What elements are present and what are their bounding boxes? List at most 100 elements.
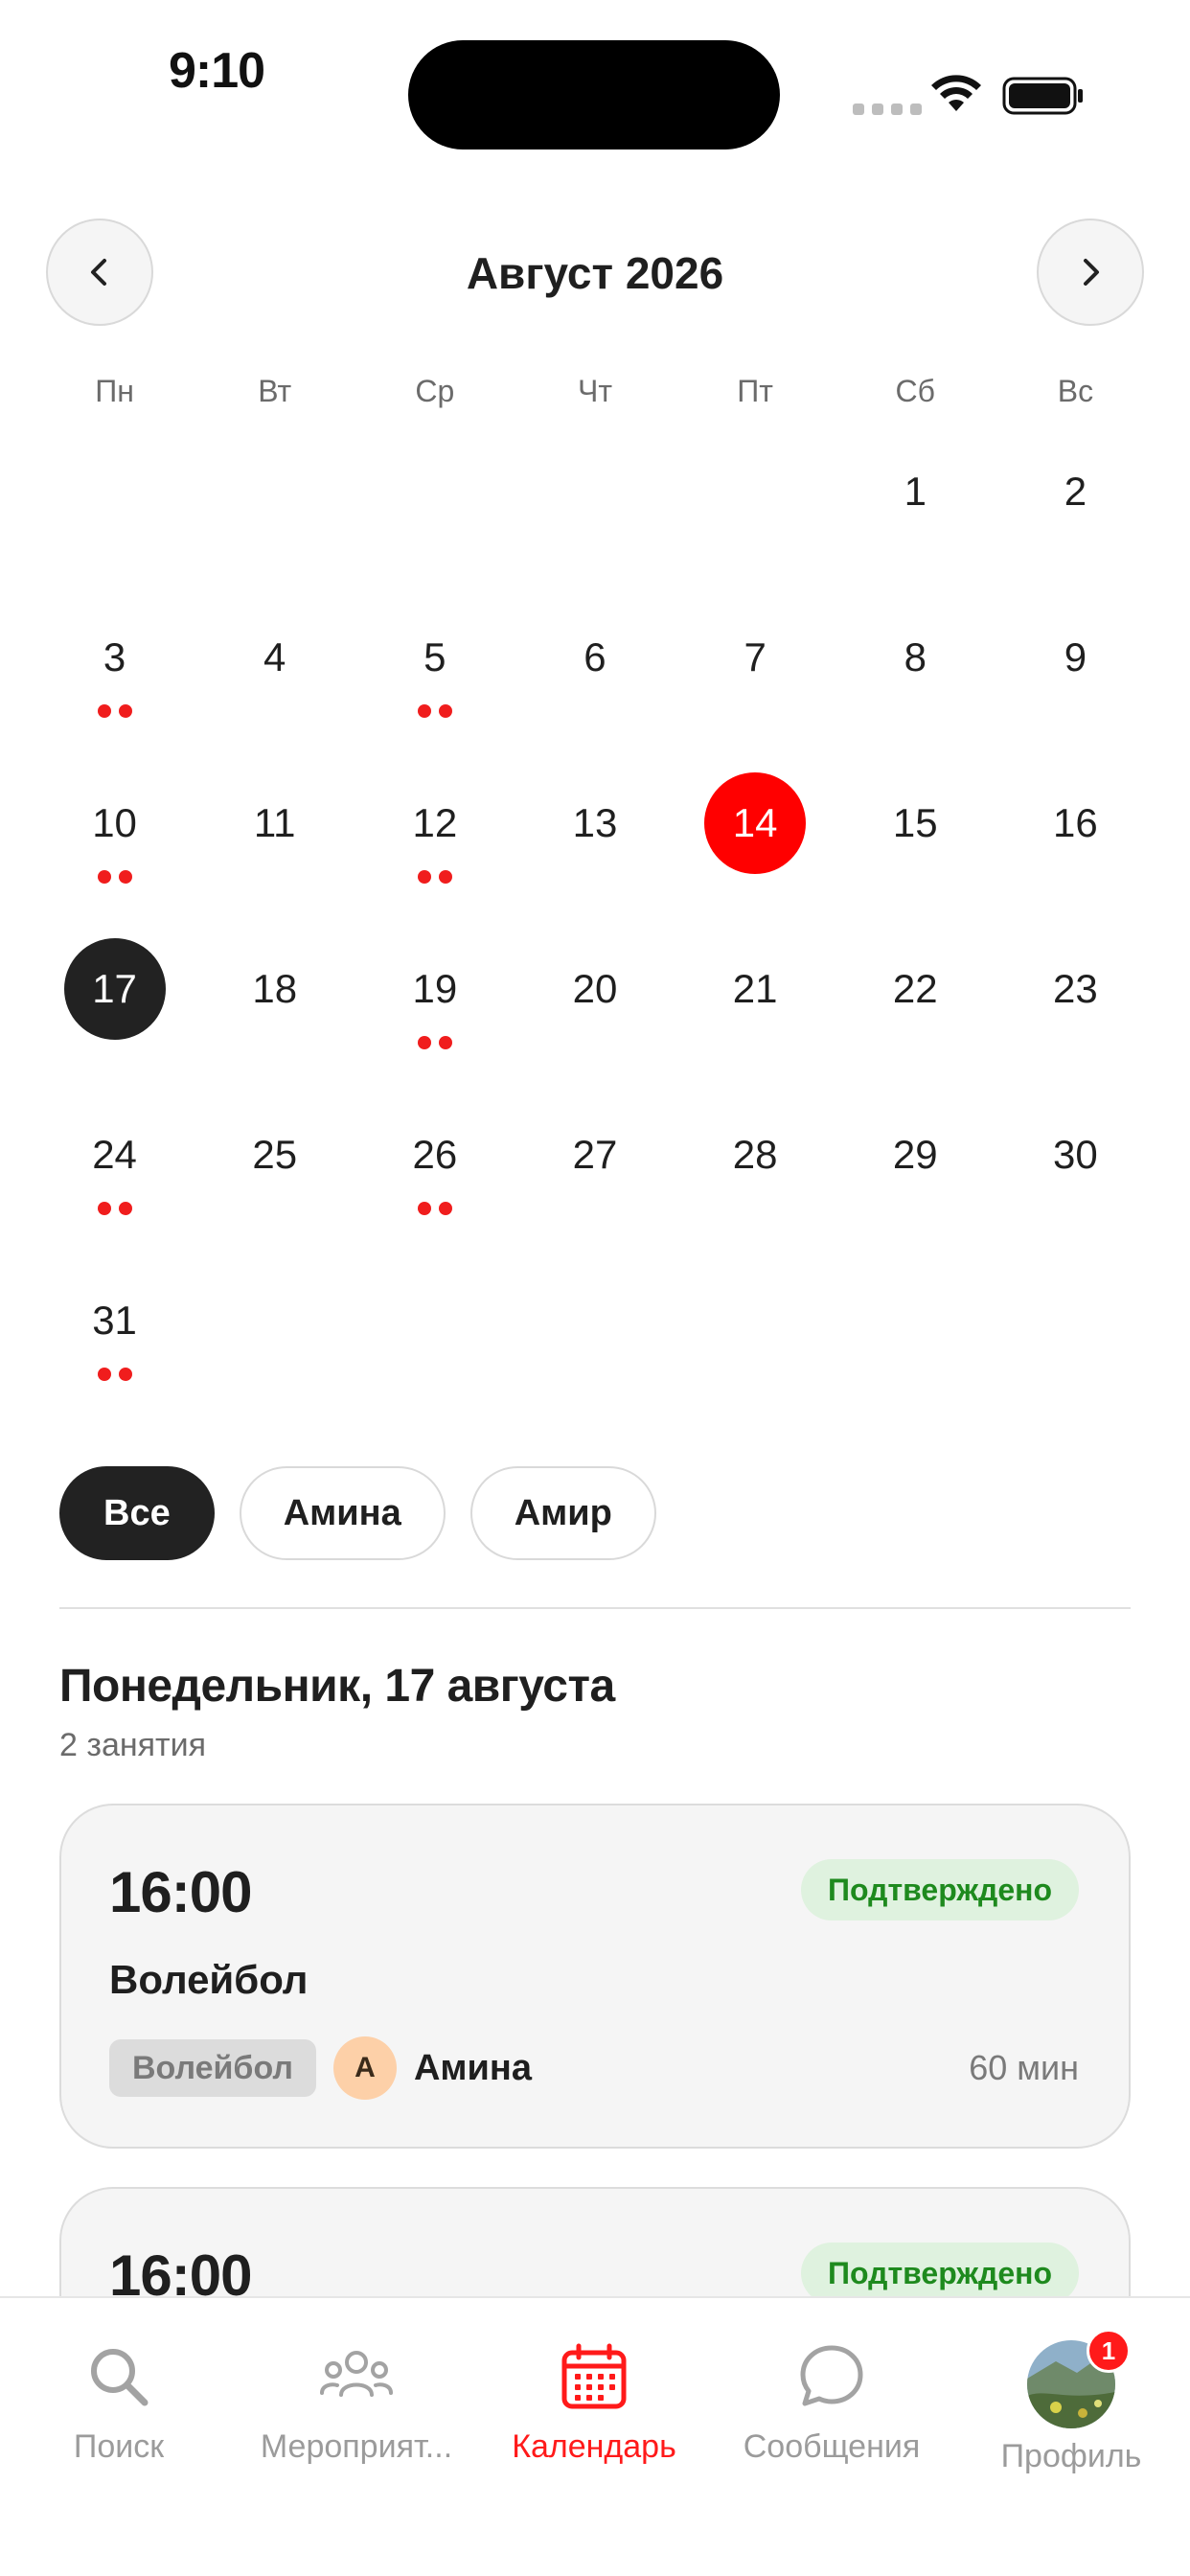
day-number: 3 <box>103 634 126 679</box>
calendar-day[interactable]: 2 <box>995 439 1156 605</box>
tab-label: Профиль <box>1000 2438 1142 2474</box>
calendar-day[interactable]: 4 <box>195 605 355 770</box>
tab-messages[interactable]: Сообщения <box>713 2340 950 2466</box>
calendar-day[interactable]: 18 <box>195 936 355 1102</box>
calendar-day[interactable]: 17 <box>34 936 195 1102</box>
divider <box>59 1607 1131 1609</box>
day-number: 30 <box>1053 1132 1098 1177</box>
day-number: 8 <box>904 634 927 679</box>
tab-profile[interactable]: 1 Профиль <box>952 2329 1190 2475</box>
calendar-day[interactable]: 11 <box>195 770 355 936</box>
chat-bubble-icon <box>800 2345 863 2406</box>
calendar-grid: 1 2 3 4 5 6 7 8 9 10 11 12 13 14 15 16 17 18 19 20 21 22 23 24 2… <box>34 439 1156 1434</box>
calendar-day[interactable]: 27 <box>515 1102 675 1268</box>
weekday-label: Пт <box>737 374 773 408</box>
calendar-day[interactable]: 3 <box>34 605 195 770</box>
activity-tag: Волейбол <box>109 2039 316 2097</box>
day-number: 19 <box>412 966 458 1011</box>
day-number: 28 <box>732 1132 778 1177</box>
calendar-day[interactable]: 29 <box>835 1102 995 1268</box>
calendar-day[interactable]: 1 <box>835 439 995 605</box>
tab-search[interactable]: Поиск <box>0 2340 238 2466</box>
empty-day-cell <box>355 439 515 605</box>
day-number: 18 <box>252 966 298 1011</box>
day-number: 13 <box>572 800 618 845</box>
calendar-day[interactable]: 21 <box>675 936 835 1102</box>
calendar-day[interactable]: 15 <box>835 770 995 936</box>
day-number: 31 <box>92 1298 137 1343</box>
filter-chip-child[interactable]: Амина <box>239 1466 446 1560</box>
calendar-day[interactable]: 31 <box>34 1268 195 1434</box>
calendar-day[interactable]: 7 <box>675 605 835 770</box>
calendar-day[interactable]: 13 <box>515 770 675 936</box>
calendar-day[interactable]: 9 <box>995 605 1156 770</box>
tab-label: Календарь <box>512 2428 676 2465</box>
tab-label: Сообщения <box>743 2428 921 2465</box>
chevron-right-icon <box>1084 259 1099 286</box>
day-number: 27 <box>572 1132 618 1177</box>
calendar-day[interactable]: 10 <box>34 770 195 936</box>
wifi-icon <box>931 75 981 111</box>
event-indicator <box>355 704 515 718</box>
calendar-day[interactable]: 25 <box>195 1102 355 1268</box>
calendar-day[interactable]: 23 <box>995 936 1156 1102</box>
session-card[interactable]: 16:00 Подтверждено Волейбол Волейбол А А… <box>59 1804 1131 2149</box>
day-number: 11 <box>253 800 296 845</box>
calendar-day[interactable]: 8 <box>835 605 995 770</box>
calendar-day[interactable]: 26 <box>355 1102 515 1268</box>
calendar-day[interactable]: 14 <box>675 770 835 936</box>
calendar-icon <box>561 2343 627 2409</box>
weekday-label: Вт <box>258 374 292 408</box>
day-number: 12 <box>412 800 458 845</box>
event-indicator <box>355 870 515 884</box>
day-number: 26 <box>412 1132 458 1177</box>
event-indicator <box>34 1368 195 1381</box>
filter-chip-child[interactable]: Амир <box>469 1466 656 1560</box>
calendar-day[interactable]: 6 <box>515 605 675 770</box>
status-bar: 9:10 <box>0 0 1190 153</box>
session-time: 16:00 <box>109 1860 252 1924</box>
next-month-button[interactable] <box>1037 218 1144 326</box>
event-indicator <box>34 704 195 718</box>
calendar-day[interactable]: 19 <box>355 936 515 1102</box>
sessions-count: 2 занятия <box>59 1727 207 1763</box>
calendar-day[interactable]: 20 <box>515 936 675 1102</box>
month-title: Август 2026 <box>466 248 724 298</box>
day-number: 23 <box>1053 966 1098 1011</box>
calendar-day[interactable]: 12 <box>355 770 515 936</box>
day-number: 4 <box>263 634 286 679</box>
weekday-label: Ср <box>415 374 455 408</box>
empty-day-cell <box>675 439 835 605</box>
day-number: 21 <box>732 966 778 1011</box>
event-indicator <box>355 1036 515 1049</box>
calendar-day[interactable]: 30 <box>995 1102 1156 1268</box>
empty-day-cell <box>195 439 355 605</box>
notification-badge: 1 <box>1087 2329 1131 2373</box>
tab-calendar[interactable]: Календарь <box>475 2340 713 2466</box>
cellular-signal-icon <box>853 104 922 115</box>
day-number: 1 <box>904 469 927 514</box>
weekday-header: Пн Вт Ср Чт Пт Сб Вс <box>34 374 1156 409</box>
day-number: 16 <box>1053 800 1098 845</box>
day-number: 9 <box>1064 634 1087 679</box>
weekday-label: Чт <box>578 374 612 408</box>
status-badge: Подтверждено <box>801 1859 1079 1920</box>
session-meta: Волейбол А Амина 60 мин <box>109 2036 1079 2100</box>
calendar-day[interactable]: 22 <box>835 936 995 1102</box>
day-number: 20 <box>572 966 618 1011</box>
filter-chip-all[interactable]: Все <box>59 1466 215 1560</box>
empty-day-cell <box>34 439 195 605</box>
tab-events[interactable]: Мероприят... <box>238 2340 475 2466</box>
calendar-day[interactable]: 5 <box>355 605 515 770</box>
selected-day-number: 17 <box>63 938 166 1040</box>
calendar-day[interactable]: 28 <box>675 1102 835 1268</box>
calendar-day[interactable]: 16 <box>995 770 1156 936</box>
calendar-day[interactable]: 24 <box>34 1102 195 1268</box>
weekday-label: Вс <box>1057 374 1094 408</box>
participant-name: Амина <box>413 2047 532 2088</box>
search-icon <box>91 2349 149 2406</box>
day-number: 2 <box>1064 469 1087 514</box>
weekday-label: Сб <box>895 374 935 408</box>
event-indicator <box>355 1202 515 1215</box>
empty-day-cell <box>515 439 675 605</box>
